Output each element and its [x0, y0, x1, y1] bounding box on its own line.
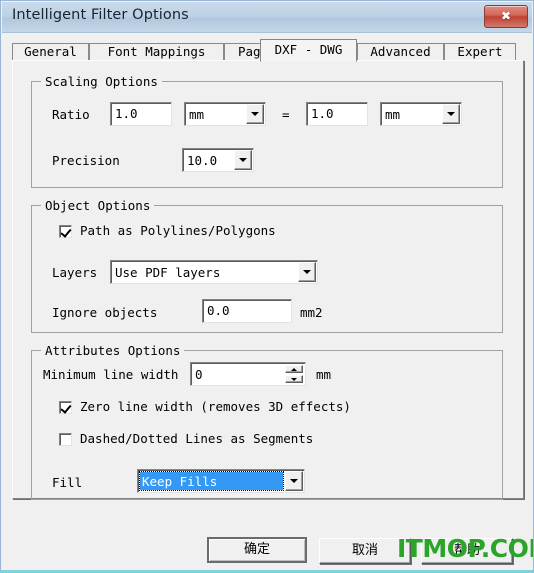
- dialog-window: Intelligent Filter Options ✖ General Fon…: [0, 0, 534, 573]
- ratio-from-unit-combo[interactable]: mm: [184, 102, 266, 126]
- chevron-down-icon: [239, 158, 247, 162]
- layers-label: Layers: [52, 265, 98, 280]
- tab-general[interactable]: General: [12, 43, 89, 61]
- ratio-to-input[interactable]: 1.0: [306, 102, 368, 126]
- ratio-to-unit-combo[interactable]: mm: [380, 102, 462, 126]
- ratio-to-unit-value: mm: [385, 106, 401, 122]
- precision-value: 10.0: [187, 152, 218, 168]
- ignore-objects-unit: mm2: [300, 305, 323, 320]
- minimum-line-width-stepper[interactable]: 0: [190, 362, 306, 386]
- tab-page-panel: Scaling Options Ratio 1.0 mm = 1.0 mm Pr…: [12, 60, 524, 500]
- ok-button[interactable]: 确定: [207, 537, 307, 563]
- ratio-from-unit-dropdown-button[interactable]: [246, 104, 264, 124]
- minimum-line-width-label: Minimum line width: [43, 367, 179, 382]
- group-scaling-options-legend: Scaling Options: [41, 74, 162, 89]
- layers-dropdown-button[interactable]: [298, 262, 316, 282]
- tab-dxf-dwg[interactable]: DXF - DWG: [260, 39, 357, 62]
- stepper-up-icon[interactable]: [285, 365, 303, 373]
- chevron-down-icon: [447, 112, 455, 116]
- ratio-from-input[interactable]: 1.0: [110, 102, 172, 126]
- group-object-options: Object Options Path as Polylines/Polygon…: [31, 198, 503, 333]
- tab-strip: General Font Mappings Page DXF - DWG Adv…: [12, 39, 524, 62]
- help-button[interactable]: 帮助: [421, 538, 513, 564]
- path-as-polylines-checkbox-row[interactable]: Path as Polylines/Polygons: [59, 224, 276, 238]
- fill-label: Fill: [52, 475, 83, 490]
- group-scaling-options: Scaling Options Ratio 1.0 mm = 1.0 mm Pr…: [31, 74, 503, 188]
- cancel-button[interactable]: 取消: [319, 538, 411, 564]
- chevron-down-icon: [251, 112, 259, 116]
- group-object-options-legend: Object Options: [41, 198, 155, 213]
- layers-value: Use PDF layers: [115, 264, 221, 280]
- dashed-dotted-label: Dashed/Dotted Lines as Segments: [80, 431, 314, 446]
- zero-line-width-checkbox-row[interactable]: Zero line width (removes 3D effects): [59, 400, 351, 414]
- dashed-dotted-checkbox[interactable]: [59, 432, 72, 446]
- chevron-down-icon: [290, 479, 298, 483]
- dashed-dotted-checkbox-row[interactable]: Dashed/Dotted Lines as Segments: [59, 432, 313, 446]
- chevron-down-icon: [303, 270, 311, 274]
- equals-label: =: [282, 107, 290, 122]
- precision-dropdown-button[interactable]: [234, 150, 252, 170]
- layers-combo[interactable]: Use PDF layers: [110, 260, 318, 284]
- precision-label: Precision: [52, 153, 120, 168]
- minimum-line-width-unit: mm: [316, 367, 332, 382]
- minimum-line-width-value: 0: [195, 366, 203, 382]
- tab-font-mappings[interactable]: Font Mappings: [89, 43, 224, 61]
- zero-line-width-checkbox[interactable]: [59, 400, 72, 414]
- tab-expert[interactable]: Expert: [444, 43, 516, 61]
- close-button[interactable]: ✖: [484, 5, 528, 28]
- fill-dropdown-button[interactable]: [285, 471, 303, 491]
- window-title: Intelligent Filter Options: [12, 7, 189, 23]
- ratio-to-unit-dropdown-button[interactable]: [442, 104, 460, 124]
- ignore-objects-label: Ignore objects: [52, 305, 158, 320]
- stepper-down-icon[interactable]: [285, 375, 303, 383]
- ignore-objects-input[interactable]: 0.0: [202, 299, 292, 323]
- group-attributes-options: Attributes Options Minimum line width 0 …: [31, 343, 503, 500]
- path-as-polylines-checkbox[interactable]: [59, 224, 72, 238]
- group-attributes-options-legend: Attributes Options: [41, 343, 185, 358]
- close-icon: ✖: [500, 9, 512, 23]
- path-as-polylines-label: Path as Polylines/Polygons: [80, 223, 276, 238]
- precision-combo[interactable]: 10.0: [182, 148, 254, 172]
- fill-combo[interactable]: Keep Fills: [137, 469, 305, 493]
- fill-value: Keep Fills: [139, 471, 284, 491]
- tab-advanced[interactable]: Advanced: [357, 43, 444, 61]
- ratio-from-unit-value: mm: [189, 106, 205, 122]
- title-bar: Intelligent Filter Options ✖: [2, 2, 532, 33]
- zero-line-width-label: Zero line width (removes 3D effects): [80, 399, 351, 414]
- ratio-label: Ratio: [52, 107, 90, 122]
